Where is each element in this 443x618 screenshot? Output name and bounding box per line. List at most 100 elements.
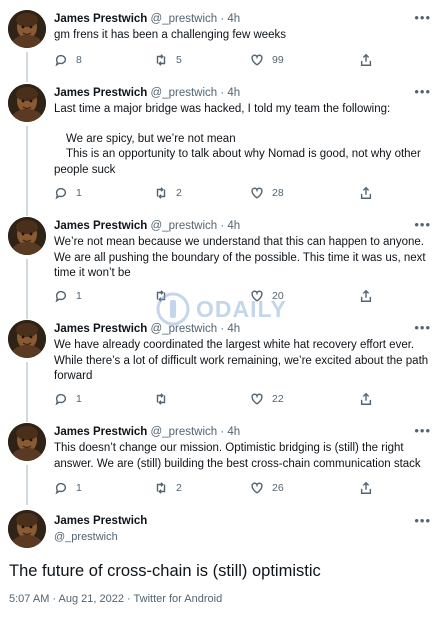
reply-button[interactable]: 1: [54, 391, 82, 407]
retweet-button[interactable]: 2: [154, 480, 182, 496]
retweet-icon: [156, 290, 166, 302]
like-count: 99: [272, 54, 284, 66]
retweet-button[interactable]: [154, 288, 176, 304]
tweet-header: James Prestwich @_prestwich · 4h: [54, 322, 240, 336]
share-icon: [360, 53, 372, 66]
tweet-line-blank: [54, 118, 432, 132]
tweet-actions: 1 20: [54, 288, 384, 304]
author-meta: @_prestwich · 4h: [150, 13, 241, 25]
avatar[interactable]: [8, 10, 46, 48]
tweet-line: answer. We are (still) building the best…: [54, 457, 421, 470]
avatar[interactable]: [8, 510, 46, 548]
tweet-line: people suck: [54, 163, 116, 176]
avatar[interactable]: [8, 84, 46, 122]
like-button[interactable]: 99: [250, 52, 284, 68]
retweet-icon: [156, 393, 166, 405]
reply-count: 1: [76, 482, 82, 494]
more-icon[interactable]: •••: [414, 11, 431, 24]
retweet-icon: [156, 187, 166, 199]
author-meta: @_prestwich · 4h: [150, 426, 241, 438]
avatar[interactable]: [8, 320, 46, 358]
retweet-button[interactable]: 2: [154, 185, 182, 201]
share-icon: [360, 392, 372, 405]
like-count: 20: [272, 290, 284, 302]
thread-line: [26, 52, 28, 82]
reply-count: 1: [76, 393, 82, 405]
tweet-text: We have already coordinated the largest …: [54, 338, 432, 385]
share-icon: [360, 289, 372, 302]
tweet-header: James Prestwich @_prestwich · 4h: [54, 12, 240, 26]
avatar[interactable]: [8, 217, 46, 255]
share-button[interactable]: [359, 52, 373, 68]
author-name[interactable]: James Prestwich: [54, 426, 147, 438]
more-icon[interactable]: •••: [414, 218, 431, 231]
like-button[interactable]: 22: [250, 391, 284, 407]
share-button[interactable]: [359, 288, 373, 304]
tweet-line: We’re not mean because we understand tha…: [54, 236, 424, 248]
thread-line: [26, 259, 28, 319]
tweet-text: This doesn’t change our mission. Optimis…: [54, 441, 432, 472]
tweet-actions: 1 2 28: [54, 185, 384, 201]
retweet-button[interactable]: [154, 391, 176, 407]
retweet-count: 2: [176, 187, 182, 199]
like-icon: [251, 482, 263, 494]
tweet-text: We’re not mean because we understand tha…: [54, 235, 432, 282]
like-button[interactable]: 28: [250, 185, 284, 201]
reply-icon: [55, 54, 67, 67]
more-icon[interactable]: •••: [414, 321, 431, 334]
tweet-line: Last time a major bridge was hacked, I t…: [54, 103, 391, 115]
share-button[interactable]: [359, 480, 373, 496]
share-icon: [360, 186, 372, 199]
more-icon[interactable]: •••: [414, 514, 431, 527]
like-icon: [251, 290, 263, 302]
retweet-button[interactable]: 5: [154, 52, 182, 68]
retweet-count: 2: [176, 482, 182, 494]
share-button[interactable]: [359, 185, 373, 201]
author-name[interactable]: James Prestwich: [54, 220, 147, 232]
retweet-icon: [156, 54, 166, 66]
avatar[interactable]: [8, 423, 46, 461]
tweet-text: gm frens it has been a challenging few w…: [54, 28, 432, 44]
profile-photo: [8, 217, 46, 255]
tweet-line: time it won’t be: [54, 267, 131, 279]
profile-photo: [8, 423, 46, 461]
reply-icon: [55, 482, 67, 495]
like-button[interactable]: 20: [250, 288, 284, 304]
author-name[interactable]: James Prestwich: [54, 13, 147, 25]
reply-button[interactable]: 1: [54, 185, 82, 201]
tweet-line: We have already coordinated the largest …: [54, 339, 415, 351]
like-button[interactable]: 26: [250, 480, 284, 496]
profile-photo: [8, 320, 46, 358]
reply-button[interactable]: 8: [54, 52, 82, 68]
tweet-header: James Prestwich @_prestwich · 4h: [54, 425, 240, 439]
reply-button[interactable]: 1: [54, 288, 82, 304]
like-icon: [251, 54, 263, 66]
profile-photo: [8, 510, 46, 548]
tweet-line: We are all pushing the boundary of the p…: [54, 251, 426, 264]
tweet-actions: 1 22: [54, 391, 384, 407]
tweet-actions: 1 2 26: [54, 480, 384, 496]
like-icon: [251, 393, 263, 405]
author-meta: @_prestwich · 4h: [150, 220, 241, 232]
profile-photo: [8, 84, 46, 122]
tweet-timestamp[interactable]: 5:07 AM · Aug 21, 2022 · Twitter for And…: [9, 593, 222, 605]
tweet-line: This is an opportunity to talk about why…: [66, 148, 421, 160]
like-count: 22: [272, 393, 284, 405]
author-handle[interactable]: @_prestwich: [54, 531, 118, 543]
reply-count: 8: [76, 54, 82, 66]
retweet-icon: [156, 482, 166, 494]
reply-icon: [55, 187, 67, 200]
author-meta: @_prestwich · 4h: [150, 87, 241, 99]
author-name[interactable]: James Prestwich: [54, 515, 147, 527]
tweet-line: forward: [54, 370, 93, 382]
more-icon[interactable]: •••: [414, 424, 431, 437]
reply-button[interactable]: 1: [54, 480, 82, 496]
tweet-actions: 8 5 99: [54, 52, 384, 68]
author-name[interactable]: James Prestwich: [54, 323, 147, 335]
author-name[interactable]: James Prestwich: [54, 87, 147, 99]
author-meta: @_prestwich · 4h: [150, 323, 241, 335]
reply-count: 1: [76, 290, 82, 302]
more-icon[interactable]: •••: [414, 85, 431, 98]
thread-line: [26, 465, 28, 505]
share-button[interactable]: [359, 391, 373, 407]
